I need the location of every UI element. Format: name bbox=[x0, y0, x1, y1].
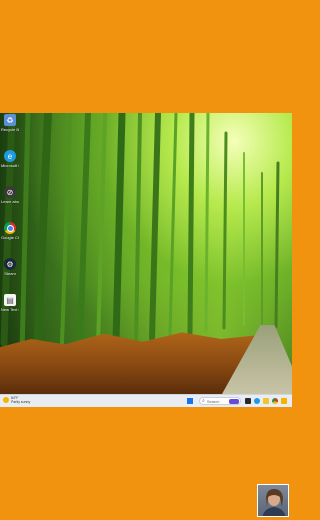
taskbar-search[interactable]: ⌕ Search bbox=[199, 397, 241, 405]
webcam-overlay bbox=[257, 484, 289, 517]
desktop: ♻ Recycle Bin e Microsoft Edge ⊘ Learn a… bbox=[0, 113, 292, 394]
weather-desc: Partly sunny bbox=[11, 400, 31, 404]
edge-taskbar-icon[interactable] bbox=[254, 398, 260, 404]
chrome-taskbar-icon[interactable] bbox=[272, 398, 278, 404]
person-silhouette bbox=[262, 489, 286, 516]
sun-icon bbox=[3, 397, 9, 403]
desktop-icon-text-file[interactable]: ▤ New Text Document bbox=[1, 294, 19, 328]
taskbar: 84°F Partly sunny ⌕ Search bbox=[0, 394, 292, 407]
desktop-icon-edge[interactable]: e Microsoft Edge bbox=[1, 150, 19, 184]
desktop-icon-steam[interactable]: ⚙ Steam bbox=[1, 258, 19, 292]
shortcut-icon: ⊘ bbox=[4, 186, 16, 198]
desktop-icons: ♻ Recycle Bin e Microsoft Edge ⊘ Learn a… bbox=[1, 114, 19, 330]
start-button[interactable] bbox=[187, 398, 193, 404]
desktop-icon-recycle-bin[interactable]: ♻ Recycle Bin bbox=[1, 114, 19, 148]
steam-icon: ⚙ bbox=[4, 258, 16, 270]
recycle-bin-icon: ♻ bbox=[4, 114, 16, 126]
desktop-icon-chrome[interactable]: Google Chrome bbox=[1, 222, 19, 256]
search-icon: ⌕ bbox=[202, 398, 205, 404]
desktop-icon-learn[interactable]: ⊘ Learn about this picture bbox=[1, 186, 19, 220]
task-view-icon[interactable] bbox=[245, 398, 251, 404]
app-taskbar-icon[interactable] bbox=[281, 398, 287, 404]
search-placeholder: Search bbox=[206, 398, 220, 404]
file-icon: ▤ bbox=[4, 294, 16, 306]
search-highlight-icon bbox=[229, 398, 239, 404]
file-explorer-icon[interactable] bbox=[263, 398, 269, 404]
weather-widget[interactable]: 84°F Partly sunny bbox=[3, 396, 30, 404]
chrome-icon bbox=[4, 222, 16, 234]
edge-icon: e bbox=[4, 150, 16, 162]
